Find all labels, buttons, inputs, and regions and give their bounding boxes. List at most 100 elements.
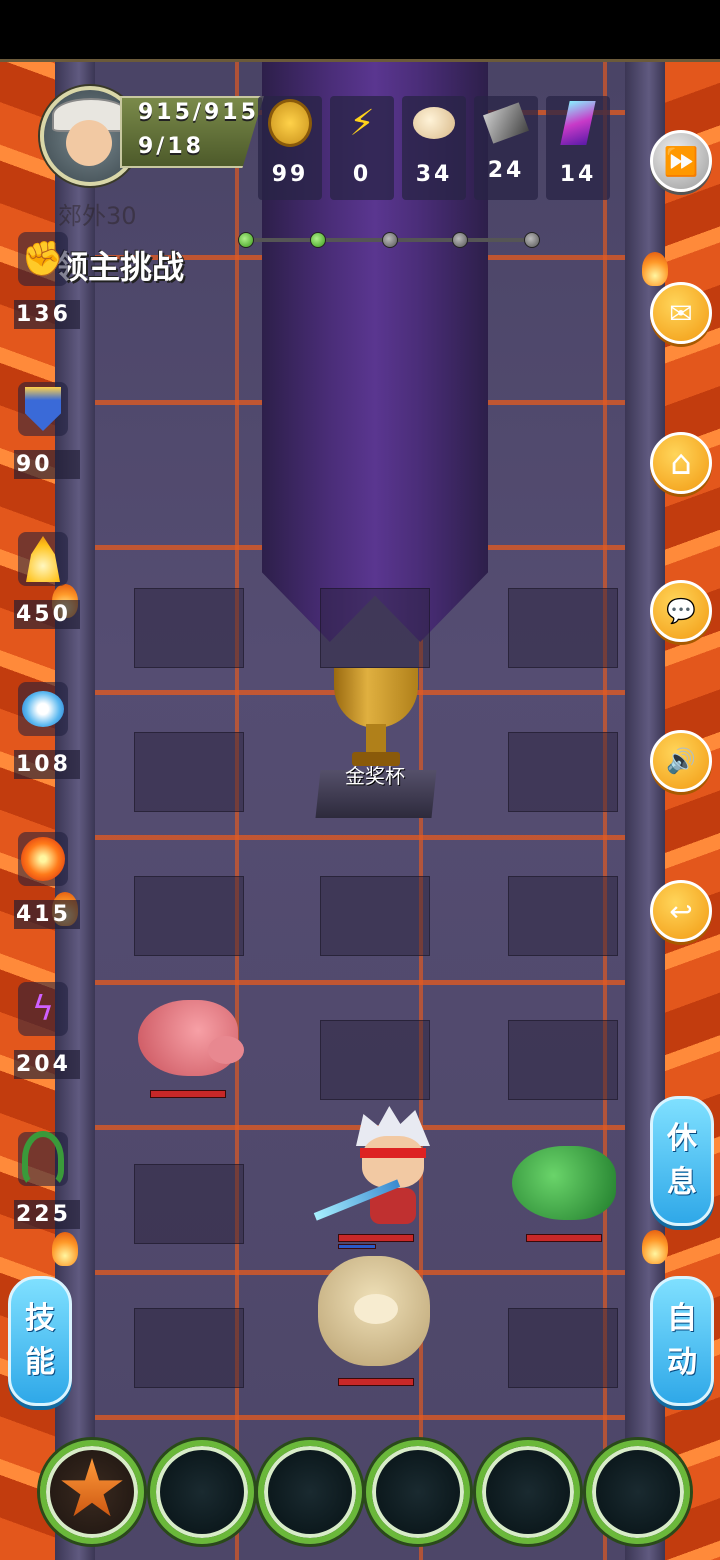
item-slot[interactable] [476,1440,580,1544]
grid-cell[interactable] [508,732,618,812]
fist-icon: ✊ [18,232,68,286]
fast-forward-icon: ⏩ [663,144,699,178]
torch-icon [642,1230,668,1264]
area-name: 郊外30 [58,202,137,230]
skill-value: 136 [14,300,80,329]
mail-button[interactable]: ✉ [650,282,712,344]
skill-value: 204 [14,1050,80,1079]
hp-value: 915/915 [138,100,259,125]
skill-label-1: 技 [25,1301,55,1336]
resource-energy[interactable]: ⚡ 0 [330,96,394,200]
grid-cell[interactable] [320,1020,430,1100]
item-slot-star[interactable] [40,1440,144,1544]
trophy-stem [366,724,386,754]
green-boar-enemy[interactable] [512,1146,616,1220]
chat-icon: 💬 [666,597,696,625]
item-slot[interactable] [258,1440,362,1544]
purple-lightning-icon: ϟ [18,982,68,1036]
resource-value: 99 [271,162,309,187]
skill-value: 108 [14,750,80,779]
enemy-hp-bar [150,1090,226,1098]
skill-button[interactable]: 技 能 [8,1276,72,1406]
rest-label-2: 息 [667,1165,697,1200]
item-slot[interactable] [150,1440,254,1544]
skill-value: 450 [14,600,80,629]
stage-progress-dot [310,232,326,248]
hero-headband [360,1148,426,1158]
lightning-icon: ⚡ [349,102,375,144]
whirlwind-icon [18,682,68,736]
bun-icon [412,100,456,146]
level-value: 9/18 [138,134,204,159]
resource-ore[interactable]: 24 [474,96,538,200]
sound-icon: 🔊 [666,747,696,775]
skill-value: 225 [14,1200,80,1229]
resource-bun[interactable]: 34 [402,96,466,200]
grid-cell[interactable] [134,1164,244,1244]
skill-shield[interactable]: 90 [14,382,80,492]
auto-label-2: 动 [667,1345,697,1380]
flame-spirit-icon [18,532,68,586]
bear-face [354,1294,398,1324]
grid-cell[interactable] [134,1308,244,1388]
skill-fireball[interactable]: 415 [14,832,80,942]
skill-whirlwind[interactable]: 108 [14,682,80,792]
hero-hp-bar [338,1234,414,1242]
skill-value: 90 [14,450,80,479]
stage-progress-dot [452,232,468,248]
home-icon: ⌂ [670,443,692,483]
grid-cell[interactable] [134,588,244,668]
resource-value: 34 [415,162,453,187]
grid-cell[interactable] [508,1308,618,1388]
grid-cell[interactable] [508,1020,618,1100]
rest-button[interactable]: 休 息 [650,1096,714,1226]
skill-value: 415 [14,900,80,929]
face-icon [66,120,112,166]
resource-value: 24 [487,158,525,183]
mail-icon: ✉ [669,296,693,330]
crystal-icon [556,100,600,146]
enemy-hp-bar [526,1234,602,1242]
green-wing-icon [18,1131,68,1187]
fast-forward-button[interactable]: ⏩ [650,130,712,192]
skill-purple-lightning[interactable]: ϟ 204 [14,982,80,1092]
shield-icon [18,382,68,436]
star-icon [61,1458,123,1517]
grid-cell[interactable] [508,588,618,668]
chat-button[interactable]: 💬 [650,580,712,642]
grid-cell[interactable] [320,588,430,668]
stage-progress-dot [524,232,540,248]
grid-cell[interactable] [320,876,430,956]
resource-coin[interactable]: 99 [258,96,322,200]
sound-button[interactable]: 🔊 [650,730,712,792]
grid-cell[interactable] [134,876,244,956]
status-bar [0,0,720,62]
hero-character[interactable] [350,1106,436,1226]
torch-icon [642,252,668,286]
coin-icon [268,99,312,147]
hero-mp-bar [338,1244,376,1249]
resource-crystal[interactable]: 14 [546,96,610,200]
item-slot[interactable] [366,1440,470,1544]
back-icon: ↩ [669,894,693,928]
skill-green-wing[interactable]: 225 [14,1131,80,1242]
auto-label-1: 自 [667,1301,697,1336]
boar-snout [208,1036,244,1064]
stage-title: 领主挑战 [56,248,185,286]
ore-icon [483,100,529,146]
stage-progress-dot [238,232,254,248]
trophy-label: 金奖杯 [345,764,405,788]
rest-label-1: 休 [667,1121,697,1156]
auto-button[interactable]: 自 动 [650,1276,714,1406]
stage-progress-dot [382,232,398,248]
grid-cell[interactable] [134,732,244,812]
home-button[interactable]: ⌂ [650,432,712,494]
grid-cell[interactable] [508,876,618,956]
pet-hp-bar [338,1378,414,1386]
skill-label-2: 能 [25,1345,55,1380]
back-button[interactable]: ↩ [650,880,712,942]
skill-fist[interactable]: ✊ 136 [14,232,80,342]
skill-flame-spirit[interactable]: 450 [14,532,80,642]
item-slot[interactable] [586,1440,690,1544]
fireball-icon [18,832,68,886]
